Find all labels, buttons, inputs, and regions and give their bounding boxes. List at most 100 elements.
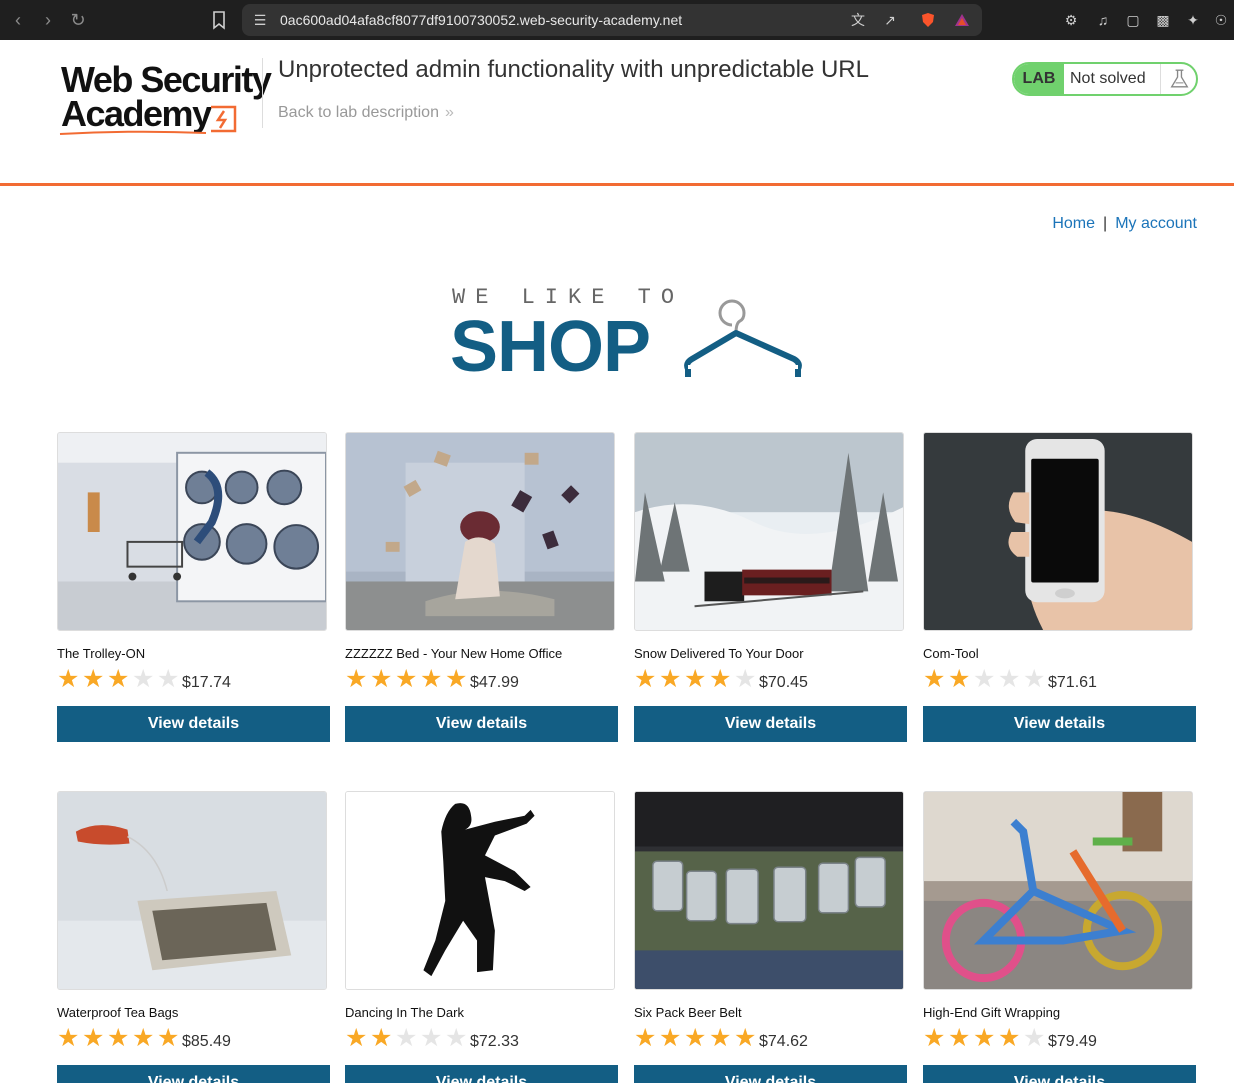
- view-details-button[interactable]: View details: [923, 706, 1196, 742]
- product-image-phone-in-hand[interactable]: [923, 432, 1193, 631]
- logo-mark-icon: [211, 105, 237, 133]
- brave-shield-icon[interactable]: [920, 12, 936, 28]
- star-filled-icon: ★: [684, 665, 707, 693]
- star-filled-icon: ★: [345, 665, 368, 693]
- rating-stars: ★ ★ ★ ★ ★: [345, 665, 470, 693]
- extensions-icon[interactable]: ⚙: [1062, 11, 1080, 29]
- star-filled-icon: ★: [659, 665, 682, 693]
- star-filled-icon: ★: [634, 665, 657, 693]
- product-name: Waterproof Tea Bags: [57, 1005, 179, 1020]
- address-bar[interactable]: ☰ 0ac600ad04afa8cf8077df9100730052.web-s…: [242, 4, 982, 36]
- star-filled-icon: ★: [132, 1024, 155, 1052]
- rating-stars: ★ ★ ★ ★ ★: [57, 665, 182, 693]
- star-empty-icon: ★: [445, 1024, 468, 1052]
- view-details-button[interactable]: View details: [345, 706, 618, 742]
- double-chevron-right-icon: »: [444, 104, 454, 121]
- star-empty-icon: ★: [1023, 665, 1046, 693]
- lab-title: Unprotected admin functionality with unp…: [278, 56, 869, 83]
- back-to-lab-description-link[interactable]: Back to lab description »: [278, 104, 454, 122]
- nav-my-account-link[interactable]: My account: [1115, 215, 1197, 232]
- reload-icon[interactable]: ↻: [66, 8, 90, 32]
- star-filled-icon: ★: [57, 1024, 80, 1052]
- product-image-dancing-silhouette[interactable]: [345, 791, 615, 990]
- star-empty-icon: ★: [1023, 1024, 1046, 1052]
- bookmark-icon[interactable]: [210, 9, 228, 31]
- sidebar-icon[interactable]: ▢: [1124, 11, 1142, 29]
- view-details-button[interactable]: View details: [634, 706, 907, 742]
- back-icon[interactable]: ‹: [6, 8, 30, 32]
- nav-home-link[interactable]: Home: [1052, 215, 1095, 232]
- star-filled-icon: ★: [107, 1024, 130, 1052]
- shop-banner: WE LIKE TO SHOP: [450, 285, 810, 387]
- product-image-snow-train[interactable]: [634, 432, 904, 631]
- product-name: Snow Delivered To Your Door: [634, 646, 804, 661]
- star-filled-icon: ★: [107, 665, 130, 693]
- rating-stars: ★ ★ ★ ★ ★: [634, 665, 759, 693]
- share-icon[interactable]: ↗: [882, 12, 898, 28]
- view-details-button[interactable]: View details: [57, 706, 330, 742]
- star-empty-icon: ★: [157, 665, 180, 693]
- wallet-icon[interactable]: ▩: [1154, 11, 1172, 29]
- browser-toolbar: ‹ › ↻ ☰ 0ac600ad04afa8cf8077df9100730052…: [0, 0, 1234, 40]
- star-filled-icon: ★: [445, 665, 468, 693]
- product-name: The Trolley-ON: [57, 646, 146, 661]
- star-empty-icon: ★: [998, 665, 1021, 693]
- brave-rewards-icon[interactable]: [954, 12, 970, 28]
- product-image-tea-bag[interactable]: [57, 791, 327, 990]
- web-security-academy-logo[interactable]: Web Security Academy: [58, 60, 272, 140]
- view-details-button[interactable]: View details: [923, 1065, 1196, 1083]
- product-name: Six Pack Beer Belt: [634, 1005, 742, 1020]
- star-empty-icon: ★: [395, 1024, 418, 1052]
- vpn-icon[interactable]: ☉: [1212, 11, 1230, 29]
- translate-icon[interactable]: 文: [850, 12, 866, 28]
- star-filled-icon: ★: [634, 1024, 657, 1052]
- product-image-laundromat[interactable]: [57, 432, 327, 631]
- star-filled-icon: ★: [973, 1024, 996, 1052]
- flask-icon: [1160, 64, 1189, 94]
- star-filled-icon: ★: [82, 665, 105, 693]
- product-price: $85.49: [182, 1033, 231, 1050]
- star-filled-icon: ★: [57, 665, 80, 693]
- star-filled-icon: ★: [998, 1024, 1021, 1052]
- view-details-button[interactable]: View details: [57, 1065, 330, 1083]
- star-filled-icon: ★: [370, 665, 393, 693]
- logo-text-line2: Academy: [61, 93, 212, 134]
- star-filled-icon: ★: [923, 1024, 946, 1052]
- view-details-button[interactable]: View details: [634, 1065, 907, 1083]
- product-price: $72.33: [470, 1033, 519, 1050]
- star-empty-icon: ★: [132, 665, 155, 693]
- nav-separator: |: [1103, 215, 1108, 232]
- rating-stars: ★ ★ ★ ★ ★: [923, 665, 1048, 693]
- header-divider: [262, 58, 263, 128]
- product-name: ZZZZZZ Bed - Your New Home Office: [345, 646, 563, 661]
- star-filled-icon: ★: [684, 1024, 707, 1052]
- product-price: $17.74: [182, 674, 231, 691]
- site-settings-icon[interactable]: ☰: [252, 12, 268, 28]
- star-filled-icon: ★: [734, 1024, 757, 1052]
- media-icon[interactable]: ♫: [1094, 11, 1112, 29]
- back-link-label: Back to lab description: [278, 104, 439, 121]
- rating-stars: ★ ★ ★ ★ ★: [57, 1024, 182, 1052]
- star-filled-icon: ★: [157, 1024, 180, 1052]
- view-details-button[interactable]: View details: [345, 1065, 618, 1083]
- star-filled-icon: ★: [709, 1024, 732, 1052]
- product-price: $79.49: [1048, 1033, 1097, 1050]
- product-name: High-End Gift Wrapping: [923, 1005, 1061, 1020]
- star-filled-icon: ★: [948, 1024, 971, 1052]
- star-filled-icon: ★: [82, 1024, 105, 1052]
- product-price: $74.62: [759, 1033, 808, 1050]
- star-filled-icon: ★: [709, 665, 732, 693]
- star-filled-icon: ★: [948, 665, 971, 693]
- product-image-beer-belt[interactable]: [634, 791, 904, 990]
- star-empty-icon: ★: [420, 1024, 443, 1052]
- star-filled-icon: ★: [370, 1024, 393, 1052]
- product-name: Com-Tool: [923, 646, 979, 661]
- product-image-bed-flying-books[interactable]: [345, 432, 615, 631]
- product-image-knitted-bicycle[interactable]: [923, 791, 1193, 990]
- academy-header: Web Security Academy Unprotected admin f…: [0, 40, 1234, 186]
- forward-icon[interactable]: ›: [36, 8, 60, 32]
- lab-status-text: Not solved: [1070, 70, 1146, 87]
- top-navigation: Home | My account: [1052, 215, 1197, 233]
- leo-ai-icon[interactable]: ✦: [1184, 11, 1202, 29]
- product-price: $71.61: [1048, 674, 1097, 691]
